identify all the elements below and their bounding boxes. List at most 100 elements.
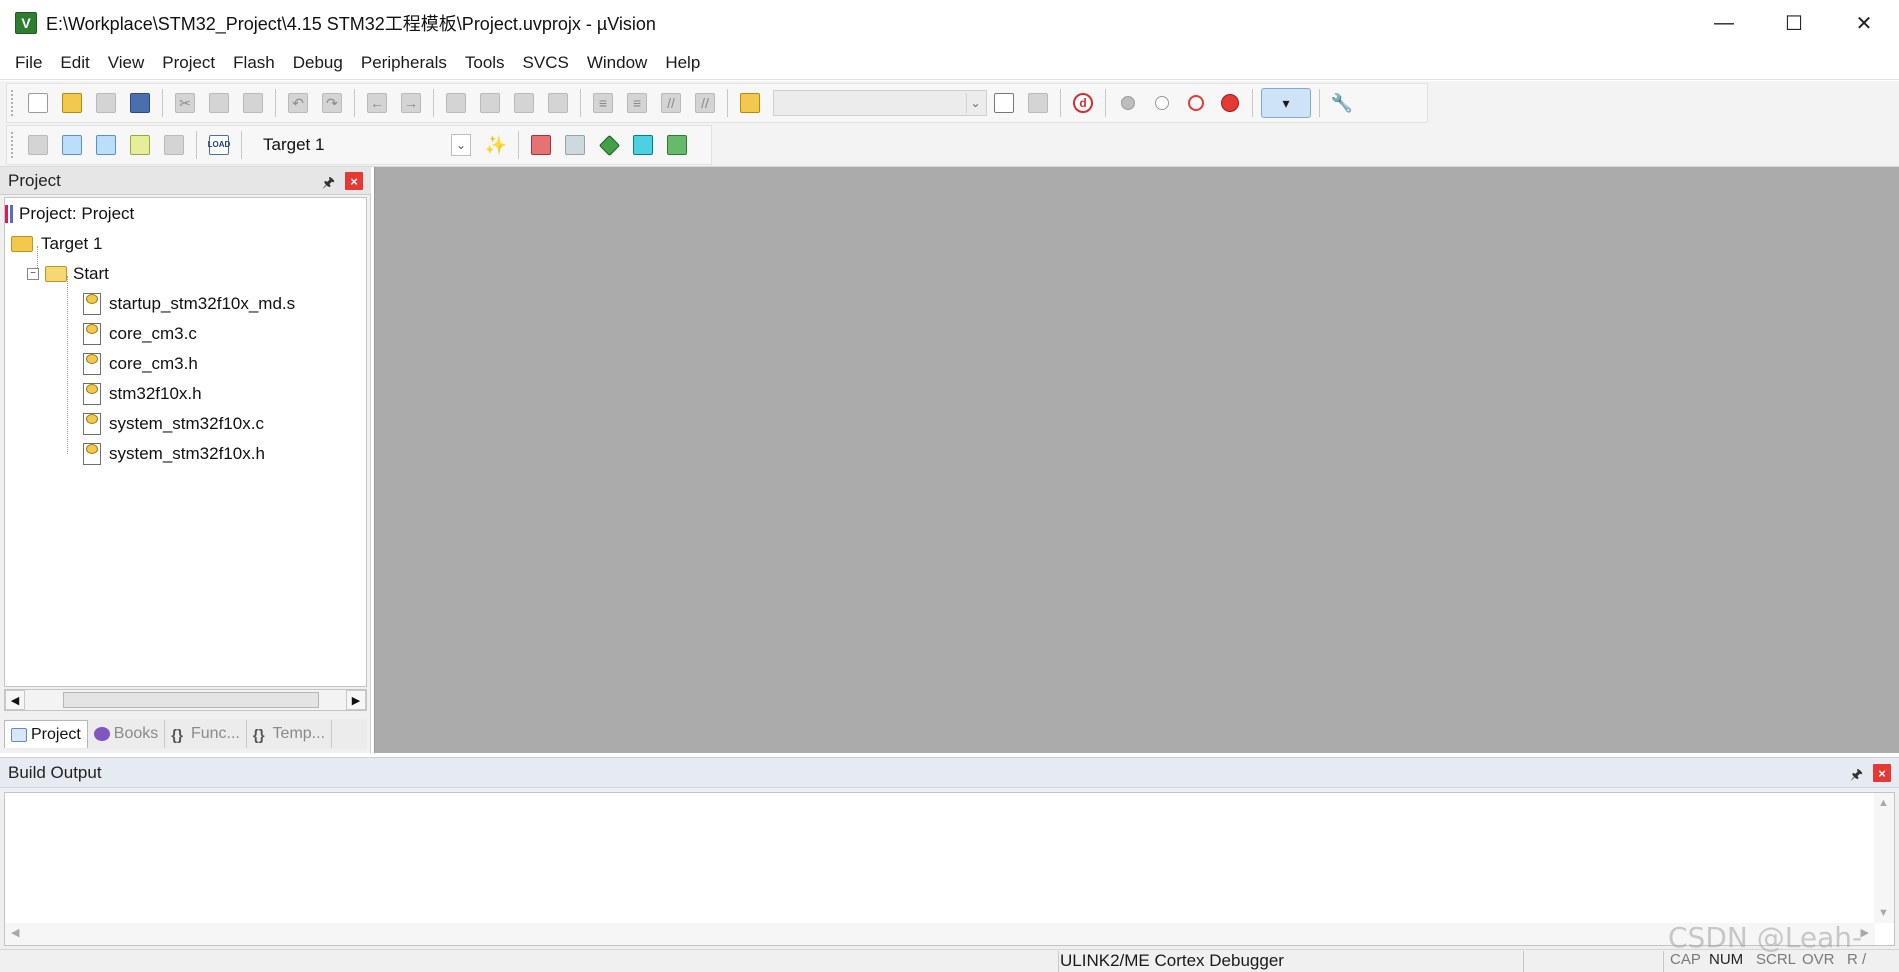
tree-item-file[interactable]: startup_stm32f10x_md.s: [83, 290, 295, 318]
scroll-left-icon[interactable]: ◀: [5, 690, 25, 710]
tree-item-file[interactable]: system_stm32f10x.h: [83, 440, 265, 468]
indent-button[interactable]: ≡: [586, 86, 620, 120]
tree-item-target[interactable]: Target 1: [11, 230, 102, 258]
tab-functions[interactable]: {} Func...: [165, 720, 247, 748]
maximize-button[interactable]: ☐: [1759, 0, 1829, 46]
download-button[interactable]: LOAD: [202, 128, 236, 162]
project-tree-hscrollbar[interactable]: ◀ ▶: [4, 689, 367, 711]
menu-file[interactable]: File: [6, 46, 51, 80]
scroll-up-icon[interactable]: ▲: [1878, 797, 1889, 809]
menu-svcs[interactable]: SVCS: [514, 46, 578, 80]
menu-tools[interactable]: Tools: [456, 46, 514, 80]
find-button[interactable]: [987, 86, 1021, 120]
chevron-down-icon[interactable]: ⌄: [451, 134, 471, 156]
window-controls: — ☐ ✕: [1689, 0, 1899, 46]
flag-next-icon: [514, 93, 534, 113]
undo-button[interactable]: ↶: [281, 86, 315, 120]
rebuild-button[interactable]: [89, 128, 123, 162]
scrollbar-thumb[interactable]: [63, 692, 319, 708]
stop-build-button[interactable]: [157, 128, 191, 162]
tab-books[interactable]: Books: [88, 720, 166, 748]
tree-item-group-start[interactable]: − Start: [27, 260, 109, 288]
status-rw: R /: [1847, 951, 1867, 968]
navigate-back-button[interactable]: ←: [360, 86, 394, 120]
close-window-button[interactable]: ✕: [1829, 0, 1899, 46]
scroll-right-icon[interactable]: ▶: [1861, 926, 1869, 939]
tab-label: Temp...: [272, 725, 326, 742]
tree-item-file[interactable]: stm32f10x.h: [83, 380, 202, 408]
save-all-button[interactable]: [123, 86, 157, 120]
menu-project[interactable]: Project: [153, 46, 224, 80]
open-file-button[interactable]: [55, 86, 89, 120]
chevron-down-icon[interactable]: ⌄: [966, 93, 984, 113]
flag-icon: [446, 93, 466, 113]
build-button[interactable]: [55, 128, 89, 162]
menu-flash[interactable]: Flash: [224, 46, 284, 80]
batch-build-button[interactable]: [123, 128, 157, 162]
tab-templates[interactable]: {} Temp...: [247, 720, 333, 748]
menu-window[interactable]: Window: [578, 46, 656, 80]
toolbar-grip[interactable]: [11, 90, 14, 116]
build-output-vscrollbar[interactable]: ▲ ▼: [1874, 793, 1894, 923]
tree-item-root[interactable]: Project: Project: [5, 200, 134, 228]
cut-button[interactable]: ✂: [168, 86, 202, 120]
options-for-target-button[interactable]: ✨: [479, 128, 513, 162]
books-icon: [93, 727, 110, 741]
copy-button[interactable]: [202, 86, 236, 120]
menu-edit[interactable]: Edit: [51, 46, 98, 80]
menu-debug[interactable]: Debug: [284, 46, 352, 80]
disable-all-breakpoints-button[interactable]: [1179, 86, 1213, 120]
editor-area[interactable]: [374, 167, 1899, 753]
menu-help[interactable]: Help: [656, 46, 709, 80]
comment-button[interactable]: //: [654, 86, 688, 120]
target-select[interactable]: Target 1 ⌄: [257, 131, 473, 159]
find-in-files-button[interactable]: [733, 86, 767, 120]
tree-item-file[interactable]: system_stm32f10x.c: [83, 410, 264, 438]
manage-run-time-environment-button[interactable]: [592, 128, 626, 162]
bookmark-clear-button[interactable]: [541, 86, 575, 120]
new-file-button[interactable]: [21, 86, 55, 120]
pin-icon[interactable]: 🖈: [1850, 764, 1863, 788]
manage-project-items-button[interactable]: [524, 128, 558, 162]
debug-session-button[interactable]: d: [1066, 86, 1100, 120]
build-output-hscrollbar[interactable]: ◀ ▶: [5, 923, 1875, 945]
redo-button[interactable]: ↷: [315, 86, 349, 120]
manage-multi-project-button[interactable]: [558, 128, 592, 162]
paste-button[interactable]: [236, 86, 270, 120]
toolbar-separator: [196, 131, 197, 159]
tree-item-label: Start: [73, 264, 109, 283]
collapse-icon[interactable]: −: [27, 268, 39, 280]
menu-view[interactable]: View: [99, 46, 154, 80]
scroll-right-icon[interactable]: ▶: [346, 690, 366, 710]
minimize-button[interactable]: —: [1689, 0, 1759, 46]
pin-icon[interactable]: 🖈: [322, 172, 335, 196]
save-button[interactable]: [89, 86, 123, 120]
configure-button[interactable]: 🔧: [1325, 86, 1359, 120]
navigate-forward-button[interactable]: →: [394, 86, 428, 120]
menu-peripherals[interactable]: Peripherals: [352, 46, 456, 80]
insert-breakpoint-button[interactable]: [1111, 86, 1145, 120]
translate-button[interactable]: [21, 128, 55, 162]
select-software-packs-button[interactable]: [626, 128, 660, 162]
close-panel-icon[interactable]: ×: [345, 172, 363, 190]
uncomment-button[interactable]: //: [688, 86, 722, 120]
scroll-left-icon[interactable]: ◀: [11, 926, 19, 939]
toolbar-separator: [1252, 89, 1253, 117]
pack-installer-button[interactable]: [660, 128, 694, 162]
scroll-down-icon[interactable]: ▼: [1878, 907, 1889, 919]
incremental-find-button[interactable]: [1021, 86, 1055, 120]
window-layout-button[interactable]: ▾: [1258, 86, 1314, 120]
kill-all-breakpoints-button[interactable]: [1213, 86, 1247, 120]
tree-item-file[interactable]: core_cm3.h: [83, 350, 198, 378]
enable-breakpoint-button[interactable]: [1145, 86, 1179, 120]
unindent-button[interactable]: ≡: [620, 86, 654, 120]
bookmark-toggle-button[interactable]: [439, 86, 473, 120]
tab-project[interactable]: Project: [4, 720, 88, 748]
close-panel-icon[interactable]: ×: [1873, 764, 1891, 782]
build-output-text[interactable]: ▲ ▼ ◀ ▶: [4, 792, 1895, 946]
tree-item-file[interactable]: core_cm3.c: [83, 320, 197, 348]
bookmark-prev-button[interactable]: [473, 86, 507, 120]
bookmark-next-button[interactable]: [507, 86, 541, 120]
toolbar-grip[interactable]: [11, 132, 14, 158]
find-combo[interactable]: ⌄: [773, 90, 987, 116]
